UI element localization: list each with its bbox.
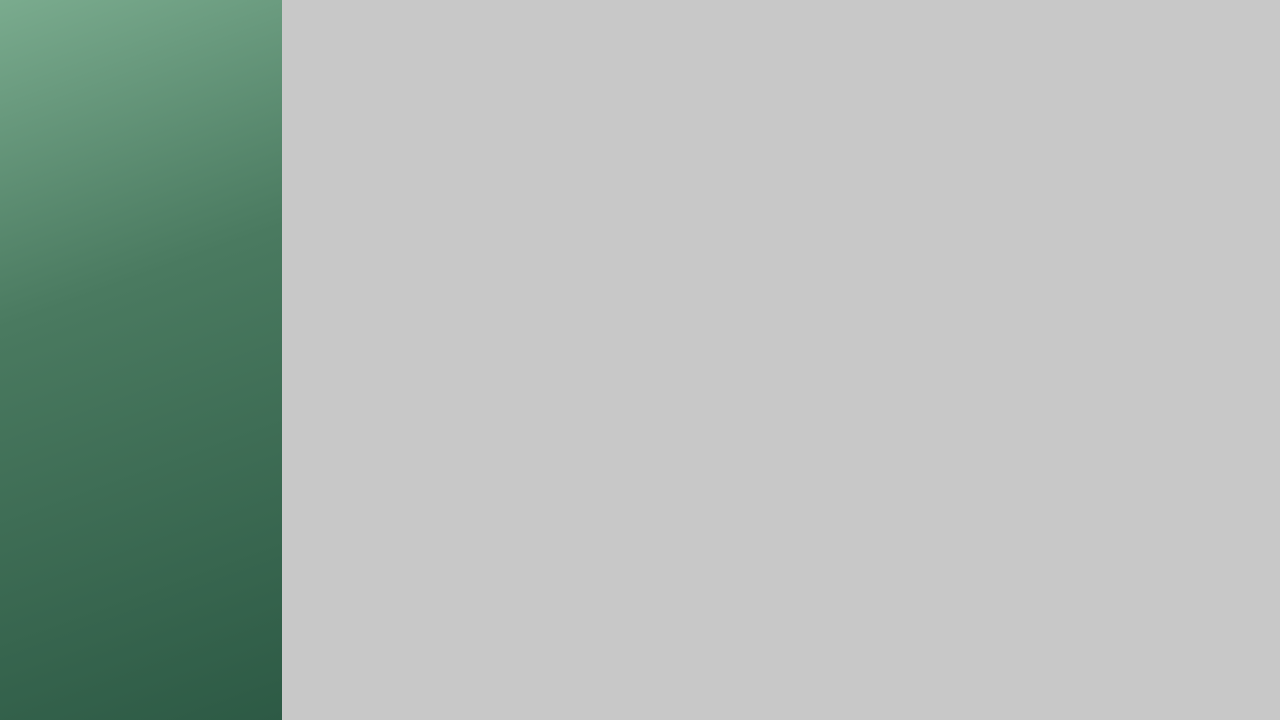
right-panel bbox=[282, 0, 1280, 720]
left-panel bbox=[0, 0, 282, 720]
